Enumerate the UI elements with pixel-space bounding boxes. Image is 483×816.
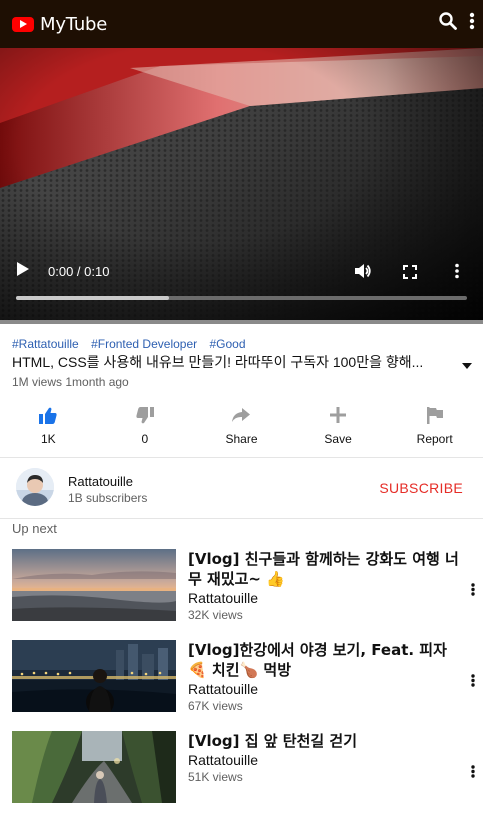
video-thumbnail[interactable] <box>12 731 176 803</box>
time-display: 0:00 / 0:10 <box>48 264 110 279</box>
up-next-title: [Vlog] 집 앞 탄천길 걷기 <box>188 732 357 750</box>
save-button[interactable]: Save <box>298 404 378 456</box>
caret-down-icon[interactable] <box>462 354 472 373</box>
search-icon[interactable] <box>439 12 457 34</box>
channel-row: Rattatouille 1B subscribers SUBSCRIBE <box>0 458 483 518</box>
channel-avatar[interactable] <box>16 468 54 506</box>
player-bottom-border <box>0 320 483 324</box>
hashtag-link[interactable]: #Good <box>209 337 245 351</box>
save-label: Save <box>324 432 352 446</box>
seek-bar[interactable] <box>16 296 467 300</box>
more-vert-icon[interactable] <box>471 763 475 782</box>
share-label: Share <box>225 432 258 446</box>
play-logo-icon <box>12 16 34 32</box>
channel-name[interactable]: Rattatouille <box>68 474 133 489</box>
video-title: HTML, CSS를 사용해 내유브 만들기! 라따뚜이 구독자 100만을 향… <box>12 354 424 370</box>
like-count: 1K <box>40 432 56 446</box>
up-next-item[interactable]: [Vlog]한강에서 야경 보기, Feat. 피자🍕 치킨🍗 먹방 Ratta… <box>12 640 477 713</box>
video-meta: 1M views 1month ago <box>12 375 129 389</box>
video-actions: 1K 0 Share Save Report <box>0 404 483 456</box>
video-player[interactable]: 0:00 / 0:10 <box>0 48 483 320</box>
volume-icon[interactable] <box>354 262 372 284</box>
more-vert-icon[interactable] <box>469 12 475 34</box>
fullscreen-icon[interactable] <box>403 264 417 283</box>
up-next-title: [Vlog]한강에서 야경 보기, Feat. 피자🍕 치킨🍗 먹방 <box>188 641 447 679</box>
more-vert-icon[interactable] <box>471 672 475 691</box>
up-next-item[interactable]: [Vlog] 집 앞 탄천길 걷기 Rattatouille 51K views <box>12 731 477 803</box>
hashtag-link[interactable]: #Rattatouille <box>12 337 79 351</box>
divider <box>0 518 483 519</box>
subscriber-count: 1B subscribers <box>68 491 148 505</box>
report-label: Report <box>416 432 453 446</box>
top-app-bar: MyTube <box>0 0 483 48</box>
thumbs-down-icon <box>136 404 154 426</box>
play-icon[interactable] <box>16 261 30 281</box>
mytube-logo[interactable]: MyTube <box>12 14 107 35</box>
share-button[interactable]: Share <box>201 404 281 456</box>
like-button[interactable]: 1K <box>8 404 88 456</box>
up-next-channel: Rattatouille <box>188 681 259 697</box>
hashtag-link[interactable]: #Fronted Developer <box>91 337 197 351</box>
dislike-button[interactable]: 0 <box>105 404 185 456</box>
share-icon <box>232 404 251 426</box>
player-more-icon[interactable] <box>454 263 460 283</box>
flag-icon <box>426 404 443 426</box>
up-next-title: [Vlog] 친구들과 함께하는 강화도 여행 너무 재밌고~ 👍 <box>188 550 459 588</box>
video-thumbnail[interactable] <box>12 549 176 621</box>
up-next-views: 67K views <box>188 699 243 713</box>
seek-bar-played <box>16 296 170 300</box>
up-next-channel: Rattatouille <box>188 752 259 768</box>
app-title: MyTube <box>40 13 108 35</box>
video-thumbnail[interactable] <box>12 640 176 712</box>
up-next-item[interactable]: [Vlog] 친구들과 함께하는 강화도 여행 너무 재밌고~ 👍 Rattat… <box>12 549 477 622</box>
report-button[interactable]: Report <box>395 404 475 456</box>
hashtag-list: #Rattatouille #Fronted Developer #Good <box>12 337 255 351</box>
more-vert-icon[interactable] <box>471 581 475 600</box>
plus-icon <box>330 404 347 426</box>
up-next-views: 32K views <box>188 608 243 622</box>
up-next-heading: Up next <box>12 521 57 536</box>
up-next-channel: Rattatouille <box>188 590 259 606</box>
video-title-row[interactable]: HTML, CSS를 사용해 내유브 만들기! 라따뚜이 구독자 100만을 향… <box>12 352 472 374</box>
up-next-views: 51K views <box>188 770 243 784</box>
dislike-count: 0 <box>141 432 149 446</box>
thumbs-up-icon <box>39 404 57 426</box>
subscribe-button[interactable]: SUBSCRIBE <box>379 480 463 496</box>
